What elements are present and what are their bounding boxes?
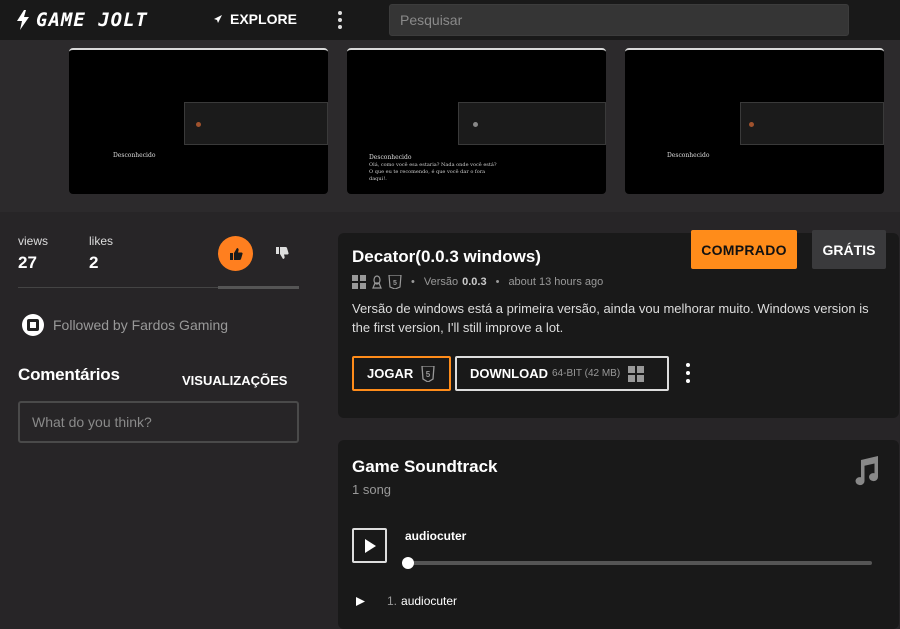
fardos-gaming-logo-icon: [27, 319, 39, 331]
build-description: Versão de windows está a primeira versão…: [352, 301, 869, 335]
play-button[interactable]: JOGAR 5: [352, 356, 451, 391]
screenshot-room: [184, 102, 328, 145]
linux-icon: [372, 275, 382, 289]
followed-by: Followed by Fardos Gaming: [22, 314, 228, 336]
meta-bullet: •: [495, 276, 500, 288]
media-strip: Desconhecido Desconhecido Olá, como você…: [0, 40, 900, 212]
download-label: DOWNLOAD: [470, 366, 548, 381]
screenshot-thumbnail[interactable]: Desconhecido Olá, como você esa estaria?…: [347, 48, 606, 194]
like-ratio-bar: [218, 286, 299, 289]
download-meta: 64-BIT (42 MB): [552, 368, 621, 379]
soundtrack-title: Game Soundtrack: [352, 457, 498, 476]
explore-link[interactable]: EXPLORE: [212, 11, 297, 27]
build-card: Decator(0.0.3 windows) COMPRADO GRÁTIS 5…: [338, 230, 899, 418]
build-options-icon[interactable]: [686, 363, 692, 383]
screenshot-room: [740, 102, 884, 145]
screenshot-thumbnail[interactable]: Desconhecido: [625, 48, 884, 194]
current-track-name: audiocuter: [405, 529, 467, 543]
thumbs-down-icon: [276, 247, 289, 259]
html5-icon: 5: [388, 275, 402, 289]
views-count: 27: [18, 253, 37, 272]
more-menu-icon[interactable]: [334, 10, 346, 30]
soundtrack-card: Game Soundtrack 1 song audiocuter 1. aud…: [338, 440, 899, 629]
views-link[interactable]: VISUALIZAÇÕES: [182, 373, 287, 388]
build-time: about 13 hours ago: [508, 276, 604, 288]
screenshot-caption: Desconhecido: [369, 154, 412, 161]
bought-button[interactable]: COMPRADO: [691, 230, 797, 269]
song-count: 1 song: [352, 482, 392, 497]
thumbs-up-icon: [229, 247, 243, 260]
search-input[interactable]: [389, 4, 849, 36]
svg-text:5: 5: [426, 370, 431, 379]
play-label: JOGAR: [367, 366, 414, 381]
screenshot-caption: Desconhecido: [667, 152, 710, 159]
screenshot-player: [196, 122, 201, 127]
explore-label: EXPLORE: [230, 11, 297, 27]
screenshot-player: [473, 122, 478, 127]
play-track-button[interactable]: [352, 528, 387, 563]
likes-count: 2: [89, 253, 99, 272]
logo-wordmark: GAME JOLT: [36, 9, 148, 31]
screenshot-caption: Desconhecido: [113, 152, 156, 159]
play-icon: [356, 596, 365, 606]
play-icon: [364, 538, 376, 553]
comment-input[interactable]: [18, 401, 299, 443]
screenshot-dialogue: Olá, como você esa estaria? Nada onde vo…: [369, 162, 497, 182]
html5-icon: 5: [421, 365, 435, 382]
views-label: views: [18, 234, 49, 248]
compass-icon: [214, 15, 222, 23]
likes-label: likes: [89, 234, 114, 248]
track-name: audiocuter: [401, 594, 458, 608]
version-value: 0.0.3: [462, 276, 487, 288]
screenshot-player: [749, 122, 754, 127]
followed-by-text: Followed by Fardos Gaming: [53, 317, 229, 333]
screenshot-room: [458, 102, 606, 145]
like-button[interactable]: [218, 236, 253, 271]
free-price-button[interactable]: GRÁTIS: [812, 230, 886, 269]
download-button[interactable]: DOWNLOAD 64-BIT (42 MB): [455, 356, 669, 391]
meta-bullet: •: [411, 276, 415, 288]
avatar[interactable]: [22, 314, 44, 336]
windows-icon: [352, 275, 366, 289]
list-item[interactable]: 1. audiocuter: [356, 594, 457, 608]
track-progress-bar[interactable]: [402, 557, 872, 569]
version-label: Versão: [423, 276, 459, 288]
windows-icon: [628, 365, 645, 382]
screenshot-thumbnail[interactable]: Desconhecido: [69, 48, 328, 194]
track-number: 1.: [387, 594, 398, 608]
build-title: Decator(0.0.3 windows): [352, 247, 541, 266]
top-bar: GAME JOLT EXPLORE: [0, 0, 900, 40]
music-note-icon: [855, 456, 879, 486]
comments-heading: Comentários: [18, 365, 120, 384]
track-progress-handle[interactable]: [402, 557, 414, 569]
build-meta: 5 • Versão 0.0.3 • about 13 hours ago: [352, 275, 603, 289]
svg-text:5: 5: [393, 280, 397, 287]
dislike-button[interactable]: [272, 243, 292, 263]
lightning-bolt-icon: [17, 10, 29, 30]
game-jolt-logo[interactable]: GAME JOLT: [16, 9, 148, 31]
